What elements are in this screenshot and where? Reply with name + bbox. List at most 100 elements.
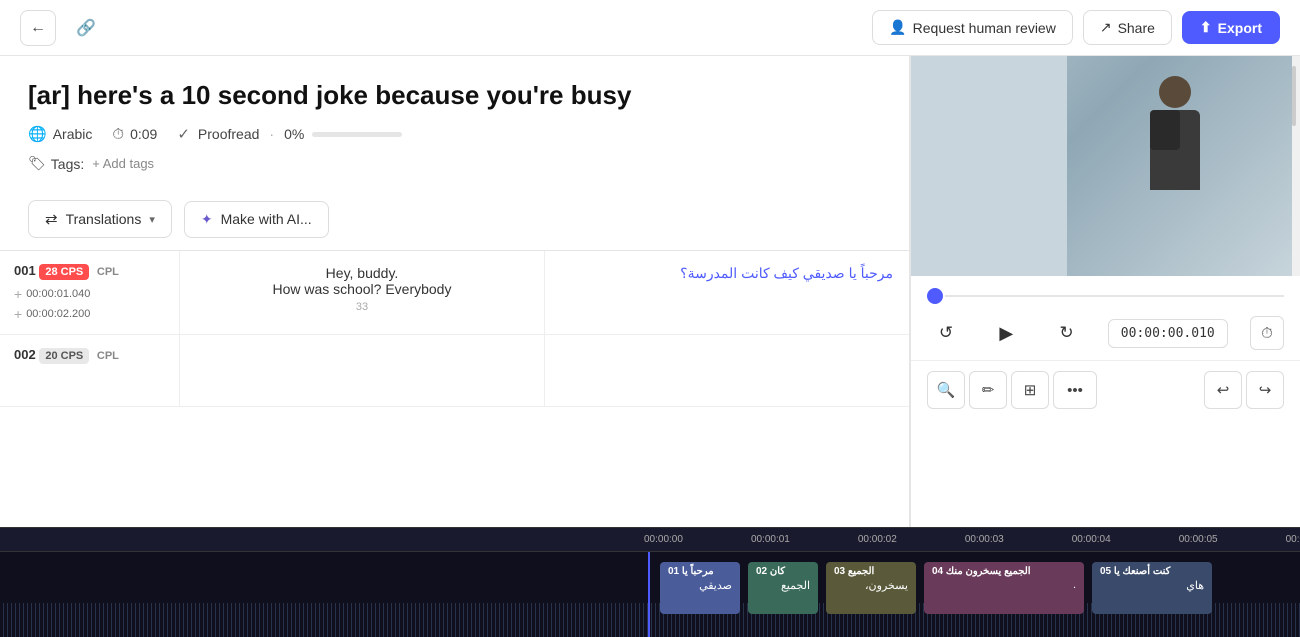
scroll-thumb (1292, 66, 1296, 126)
clip-text-04: . (932, 579, 1076, 591)
proofread-meta: ✓ Proofread · 0% (177, 125, 402, 143)
redo-icon: ↪ (1259, 381, 1272, 399)
rewind-button[interactable]: ↺ (927, 314, 965, 352)
ruler-mark-0: 00:00:00 (644, 534, 683, 545)
source-text-002[interactable] (180, 335, 545, 406)
clock-icon: ⏱ (112, 126, 124, 143)
more-tool-button[interactable]: ••• (1053, 371, 1097, 409)
play-icon: ▶ (999, 323, 1013, 344)
tags-label-group: 🏷 Tags: (28, 155, 84, 172)
clip-text-01: صديقي (668, 579, 732, 592)
clip-text-02: الجميع (756, 579, 810, 592)
editor-tools: 🔍 ✏ ⊞ ••• ↩ ↪ (911, 361, 1300, 419)
clip-label-05: كنت أصنعك يا 05 (1100, 566, 1204, 577)
merge-tool-button[interactable]: ⊞ (1011, 371, 1049, 409)
ruler-mark-4: 00:00:04 (1072, 534, 1111, 545)
share-label: Share (1118, 20, 1155, 36)
language-value: Arabic (53, 126, 93, 142)
make-with-ai-label: Make with AI... (221, 211, 312, 227)
clip-text-03: يسخرون، (834, 579, 908, 592)
ruler-mark-2: 00:00:02 (858, 534, 897, 545)
clock-button[interactable]: ⏱ (1250, 316, 1284, 350)
back-icon: ← (30, 19, 46, 37)
search-icon: 🔍 (937, 381, 956, 399)
target-text-002[interactable] (545, 335, 909, 406)
timeline-ruler: 00:00:00 00:00:01 00:00:02 00:00:03 00:0… (0, 528, 1300, 552)
ruler-mark-1: 00:00:01 (751, 534, 790, 545)
time-row-start-001: + 00:00:01.040 (14, 286, 165, 302)
fast-forward-button[interactable]: ↻ (1048, 314, 1086, 352)
more-icon: ••• (1067, 382, 1083, 399)
play-button[interactable]: ▶ (987, 314, 1025, 352)
video-preview (911, 56, 1300, 276)
sparkle-icon: ✦ (201, 211, 213, 228)
clip-label-03: الجميع 03 (834, 566, 908, 577)
timeline: 00:00:00 00:00:01 00:00:02 00:00:03 00:0… (0, 527, 1300, 637)
table-row: 001 28 CPS CPL + 00:00:01.040 + 00:00:02… (0, 251, 909, 335)
controls-row: ↺ ▶ ↻ 00:00:00.010 ⏱ (927, 314, 1284, 352)
row-meta-002: 002 20 CPS CPL (0, 335, 180, 406)
clip-04[interactable]: الجميع يسخرون منك 04 . (924, 562, 1084, 614)
source-text-001[interactable]: Hey, buddy. How was school? Everybody 33 (180, 251, 545, 334)
redo-button[interactable]: ↪ (1246, 371, 1284, 409)
topbar-right: 👤 Request human review ↗ Share ⬆ Export (872, 10, 1280, 45)
source-line-1: Hey, buddy. (196, 265, 528, 281)
timeline-cursor (648, 552, 650, 637)
check-icon: ✓ (177, 125, 190, 143)
tool-group-left: 🔍 ✏ ⊞ ••• (927, 371, 1097, 409)
clock-btn-icon: ⏱ (1261, 325, 1273, 342)
make-with-ai-button[interactable]: ✦ Make with AI... (184, 201, 329, 238)
topbar-left: ← 🔗 (20, 10, 104, 46)
share-button[interactable]: ↗ Share (1083, 10, 1172, 45)
language-meta: 🌐 Arabic (28, 125, 92, 143)
editor-toolbar: ⇄ Translations ▾ ✦ Make with AI... (0, 188, 909, 251)
search-tool-button[interactable]: 🔍 (927, 371, 965, 409)
clip-02[interactable]: كان 02 الجميع (748, 562, 818, 614)
chevron-down-icon: ▾ (149, 213, 155, 226)
translate-icon: ⇄ (45, 210, 58, 228)
export-icon: ⬆ (1200, 19, 1212, 36)
edit-tool-button[interactable]: ✏ (969, 371, 1007, 409)
scroll-track[interactable] (1292, 56, 1300, 276)
row-number-001: 001 28 CPS CPL (14, 263, 165, 280)
clip-05[interactable]: كنت أصنعك يا 05 هاي (1092, 562, 1212, 614)
video-frame (911, 56, 1300, 276)
proofread-percent: 0% (284, 126, 304, 142)
share-icon: ↗ (1100, 19, 1112, 36)
duration-value: 0:09 (130, 126, 157, 142)
clip-03[interactable]: الجميع 03 يسخرون، (826, 562, 916, 614)
link-icon: 🔗 (76, 18, 96, 38)
target-text-001[interactable]: مرحباً يا صديقي كيف كانت المدرسة؟ (545, 251, 909, 334)
playhead-dot (927, 288, 943, 304)
link-button[interactable]: 🔗 (68, 10, 104, 46)
ruler-mark-5: 00:00:05 (1179, 534, 1218, 545)
table-row: 002 20 CPS CPL (0, 335, 909, 407)
globe-icon: 🌐 (28, 125, 47, 143)
clip-01[interactable]: مرحباً يا 01 صديقي (660, 562, 740, 614)
translations-label: Translations (66, 211, 142, 227)
project-meta: 🌐 Arabic ⏱ 0:09 ✓ Proofread · 0% (28, 125, 881, 143)
pencil-icon: ✏ (982, 381, 995, 399)
request-review-button[interactable]: 👤 Request human review (872, 10, 1073, 45)
back-button[interactable]: ← (20, 10, 56, 46)
cps-badge-002: 20 CPS (39, 348, 89, 364)
tag-icon: 🏷 (28, 155, 46, 172)
clip-label-04: الجميع يسخرون منك 04 (932, 566, 1076, 577)
progress-row (927, 288, 1284, 304)
target-arabic-001: مرحباً يا صديقي كيف كانت المدرسة؟ (680, 265, 893, 281)
time-add-icon-start[interactable]: + (14, 286, 22, 302)
export-button[interactable]: ⬆ Export (1182, 11, 1280, 44)
undo-button[interactable]: ↩ (1204, 371, 1242, 409)
add-tags-button[interactable]: + Add tags (92, 156, 154, 171)
row-meta-001: 001 28 CPS CPL + 00:00:01.040 + 00:00:02… (0, 251, 180, 334)
fast-forward-icon: ↻ (1059, 323, 1073, 343)
time-add-icon-end[interactable]: + (14, 306, 22, 322)
row-number-002: 002 20 CPS CPL (14, 347, 165, 364)
time-start-001: 00:00:01.040 (26, 288, 90, 300)
tags-text: Tags: (51, 156, 84, 172)
add-tags-label: + Add tags (92, 156, 154, 171)
translations-button[interactable]: ⇄ Translations ▾ (28, 200, 172, 238)
undo-redo-group: ↩ ↪ (1204, 371, 1284, 409)
char-count-001: 33 (196, 301, 528, 313)
time-end-001: 00:00:02.200 (26, 308, 90, 320)
